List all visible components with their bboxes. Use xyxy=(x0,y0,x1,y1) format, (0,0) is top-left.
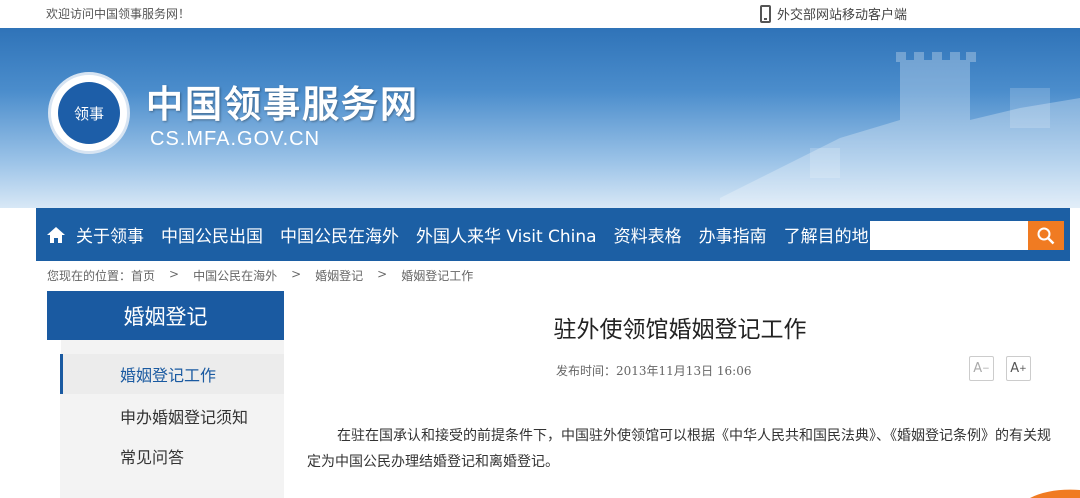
main-nav: 关于领事 中国公民出国 中国公民在海外 外国人来华 Visit China 资料… xyxy=(36,208,1070,261)
consular-logo[interactable]: 领事 xyxy=(48,72,130,154)
breadcrumb-separator: > xyxy=(169,267,180,281)
top-strip: 欢迎访问中国领事服务网！ 外交部网站移动客户端 xyxy=(0,0,1080,28)
search-button[interactable] xyxy=(1028,221,1064,250)
article-paragraph: 在驻在国承认和接受的前提条件下，中国驻外使领馆可以根据《中华人民共和国民法典》、… xyxy=(307,428,1051,470)
sidebar-item-application-notice[interactable]: 申办婚姻登记须知 xyxy=(60,396,284,436)
nav-forms[interactable]: 资料表格 xyxy=(614,222,682,247)
welcome-text: 欢迎访问中国领事服务网！ xyxy=(46,7,191,21)
nav-destinations[interactable]: 了解目的地 xyxy=(784,222,869,247)
great-wall-illustration xyxy=(720,52,1080,208)
sidebar-notch xyxy=(47,340,61,354)
decorative-corner xyxy=(1030,489,1080,498)
sidebar-menu: 婚姻登记工作 申办婚姻登记须知 常见问答 xyxy=(60,340,284,498)
home-icon[interactable] xyxy=(36,208,76,261)
font-increase-button[interactable]: A + xyxy=(1006,356,1031,381)
nav-citizens-abroad-travel[interactable]: 中国公民出国 xyxy=(161,222,263,247)
nav-about-consular[interactable]: 关于领事 xyxy=(76,222,144,247)
breadcrumb-item[interactable]: 婚姻登记 xyxy=(315,267,363,284)
nav-visit-china[interactable]: 外国人来华 Visit China xyxy=(416,222,597,247)
breadcrumb-separator: > xyxy=(377,267,388,281)
font-decrease-button[interactable]: A − xyxy=(969,356,994,381)
font-increase-label: A xyxy=(1010,361,1020,376)
sidebar-heading: 婚姻登记 xyxy=(47,291,284,340)
publish-date: 发布时间：2013年11月13日 16:06 xyxy=(556,364,752,378)
site-banner: 领事 中国领事服务网 CS.MFA.GOV.CN xyxy=(0,28,1080,208)
sidebar-item-marriage-registration-work[interactable]: 婚姻登记工作 xyxy=(60,354,284,394)
sidebar-item-faq[interactable]: 常见问答 xyxy=(60,436,284,476)
breadcrumb-separator: > xyxy=(291,267,302,281)
article-title: 驻外使领馆婚姻登记工作 xyxy=(553,317,807,343)
font-decrease-label: A xyxy=(973,361,983,376)
breadcrumb-current[interactable]: 婚姻登记工作 xyxy=(401,267,473,284)
breadcrumb-item[interactable]: 中国公民在海外 xyxy=(193,267,277,284)
breadcrumb: 您现在的位置：首页 > 中国公民在海外 > 婚姻登记 > 婚姻登记工作 xyxy=(47,267,487,284)
nav-citizens-overseas[interactable]: 中国公民在海外 xyxy=(280,222,399,247)
search-icon xyxy=(1037,227,1055,244)
search-input[interactable] xyxy=(870,221,1028,250)
logo-emblem: 领事 xyxy=(58,82,120,144)
phone-icon xyxy=(760,4,771,23)
nav-guide[interactable]: 办事指南 xyxy=(699,222,767,247)
site-title: 中国领事服务网 xyxy=(146,83,419,126)
site-domain: CS.MFA.GOV.CN xyxy=(150,128,321,150)
mobile-client-label: 外交部网站移动客户端 xyxy=(777,8,908,23)
breadcrumb-home[interactable]: 您现在的位置：首页 xyxy=(47,267,155,284)
mobile-client-link[interactable]: 外交部网站移动客户端 xyxy=(760,4,907,23)
